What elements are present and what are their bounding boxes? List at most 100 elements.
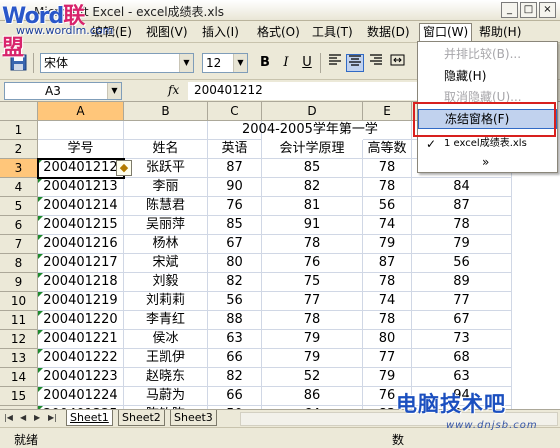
cell[interactable]: 杨林 [124, 235, 208, 254]
cell[interactable]: 78 [363, 273, 412, 292]
cell[interactable]: 90 [208, 178, 262, 197]
row-header[interactable]: 7 [0, 235, 38, 254]
row-header[interactable]: 8 [0, 254, 38, 273]
cell[interactable]: 78 [363, 159, 412, 178]
cell[interactable]: 200401221 [38, 330, 124, 349]
cell[interactable]: 74 [363, 292, 412, 311]
row-header[interactable]: 9 [0, 273, 38, 292]
cell[interactable]: 56 [412, 254, 512, 273]
tab-sheet2[interactable]: Sheet2 [118, 410, 165, 426]
cell[interactable]: 84 [412, 178, 512, 197]
cell[interactable]: 67 [412, 311, 512, 330]
align-left-button[interactable] [326, 54, 344, 72]
row-header[interactable]: 15 [0, 387, 38, 406]
tab-sheet3[interactable]: Sheet3 [170, 410, 217, 426]
cell[interactable]: 79 [363, 235, 412, 254]
insert-function-icon[interactable]: fx [168, 83, 179, 97]
row-header[interactable]: 2 [0, 140, 38, 159]
menu-expand-icon[interactable]: » [418, 152, 557, 172]
row-header[interactable]: 13 [0, 349, 38, 368]
column-header-A[interactable]: A [38, 102, 124, 121]
column-header-D[interactable]: D [262, 102, 363, 121]
cell[interactable]: 87 [363, 254, 412, 273]
row-header[interactable]: 6 [0, 216, 38, 235]
menu-item-compare[interactable]: 并排比较(B)... [418, 44, 557, 64]
align-right-button[interactable] [367, 54, 385, 72]
merge-center-button[interactable] [388, 54, 406, 72]
cell[interactable]: 高等数 [363, 140, 412, 159]
menu-format[interactable]: 格式(O) [254, 24, 303, 41]
cell[interactable]: 200401215 [38, 216, 124, 235]
cell[interactable]: 80 [208, 254, 262, 273]
cell[interactable]: 88 [208, 311, 262, 330]
cell[interactable]: 86 [262, 387, 363, 406]
cell[interactable]: 91 [262, 216, 363, 235]
select-all-corner[interactable] [0, 102, 38, 121]
cell[interactable]: 200401222 [38, 349, 124, 368]
row-header[interactable]: 14 [0, 368, 38, 387]
cell[interactable]: 66 [208, 387, 262, 406]
menu-help[interactable]: 帮助(H) [476, 24, 524, 41]
menu-item-freeze-panes[interactable]: 冻结窗格(F) [418, 109, 557, 129]
cell[interactable]: 82 [262, 178, 363, 197]
cell[interactable]: 200401218 [38, 273, 124, 292]
cell[interactable]: 76 [208, 197, 262, 216]
cell[interactable]: 76 [363, 387, 412, 406]
cell[interactable]: 刘莉莉 [124, 292, 208, 311]
row-header[interactable]: 11 [0, 311, 38, 330]
cell[interactable]: 80 [363, 330, 412, 349]
cell[interactable]: 73 [412, 330, 512, 349]
smart-tag-icon[interactable]: ◆ [116, 160, 132, 176]
first-sheet-icon[interactable]: |◀ [4, 413, 13, 422]
cell[interactable]: 56 [208, 292, 262, 311]
cell[interactable]: 200401213 [38, 178, 124, 197]
menu-tools[interactable]: 工具(T) [309, 24, 356, 41]
menu-item-workbook[interactable]: ✓ 1 excel成绩表.xls [418, 134, 557, 154]
cell[interactable]: 78 [363, 178, 412, 197]
cell[interactable]: 200401223 [38, 368, 124, 387]
cell[interactable]: 77 [262, 292, 363, 311]
cell[interactable]: 67 [208, 235, 262, 254]
menu-item-unhide[interactable]: 取消隐藏(U)... [418, 87, 557, 107]
font-size-select[interactable]: 12 ▼ [202, 53, 248, 73]
cell[interactable]: 200401224 [38, 387, 124, 406]
cell[interactable]: 78 [262, 235, 363, 254]
cell[interactable]: 侯冰 [124, 330, 208, 349]
cell[interactable]: 56 [363, 197, 412, 216]
close-button[interactable]: × [539, 2, 556, 18]
cell[interactable]: 87 [208, 159, 262, 178]
cell[interactable]: 82 [208, 368, 262, 387]
row-header[interactable]: 10 [0, 292, 38, 311]
minimize-button[interactable]: _ [501, 2, 518, 18]
cell[interactable]: 76 [262, 254, 363, 273]
cell[interactable]: 63 [208, 330, 262, 349]
cell[interactable]: 陈慧君 [124, 197, 208, 216]
cell[interactable]: 75 [262, 273, 363, 292]
align-center-button[interactable] [346, 54, 364, 72]
cell[interactable]: 66 [208, 349, 262, 368]
row-header[interactable]: 4 [0, 178, 38, 197]
cell[interactable]: 200401214 [38, 197, 124, 216]
menu-insert[interactable]: 插入(I) [199, 24, 242, 41]
cell[interactable]: 200401212 [38, 159, 124, 178]
maximize-button[interactable]: □ [520, 2, 537, 18]
row-header[interactable]: 1 [0, 121, 38, 140]
cell[interactable]: 78 [262, 311, 363, 330]
cell[interactable]: 74 [363, 216, 412, 235]
cell[interactable]: 英语 [208, 140, 262, 159]
cell[interactable]: 李青红 [124, 311, 208, 330]
cell[interactable]: 85 [262, 159, 363, 178]
cell[interactable]: 79 [262, 349, 363, 368]
italic-button[interactable]: I [277, 54, 295, 72]
cell[interactable]: 68 [412, 349, 512, 368]
cell[interactable]: 79 [262, 330, 363, 349]
next-sheet-icon[interactable]: ▶ [34, 413, 40, 422]
horizontal-scrollbar[interactable] [240, 412, 558, 426]
cell[interactable]: 89 [412, 273, 512, 292]
tab-sheet1[interactable]: Sheet1 [66, 410, 113, 426]
cell[interactable] [124, 121, 208, 140]
cell[interactable]: 63 [412, 368, 512, 387]
cell[interactable]: 200401220 [38, 311, 124, 330]
row-header[interactable]: 3 [0, 159, 38, 178]
column-header-B[interactable]: B [124, 102, 208, 121]
